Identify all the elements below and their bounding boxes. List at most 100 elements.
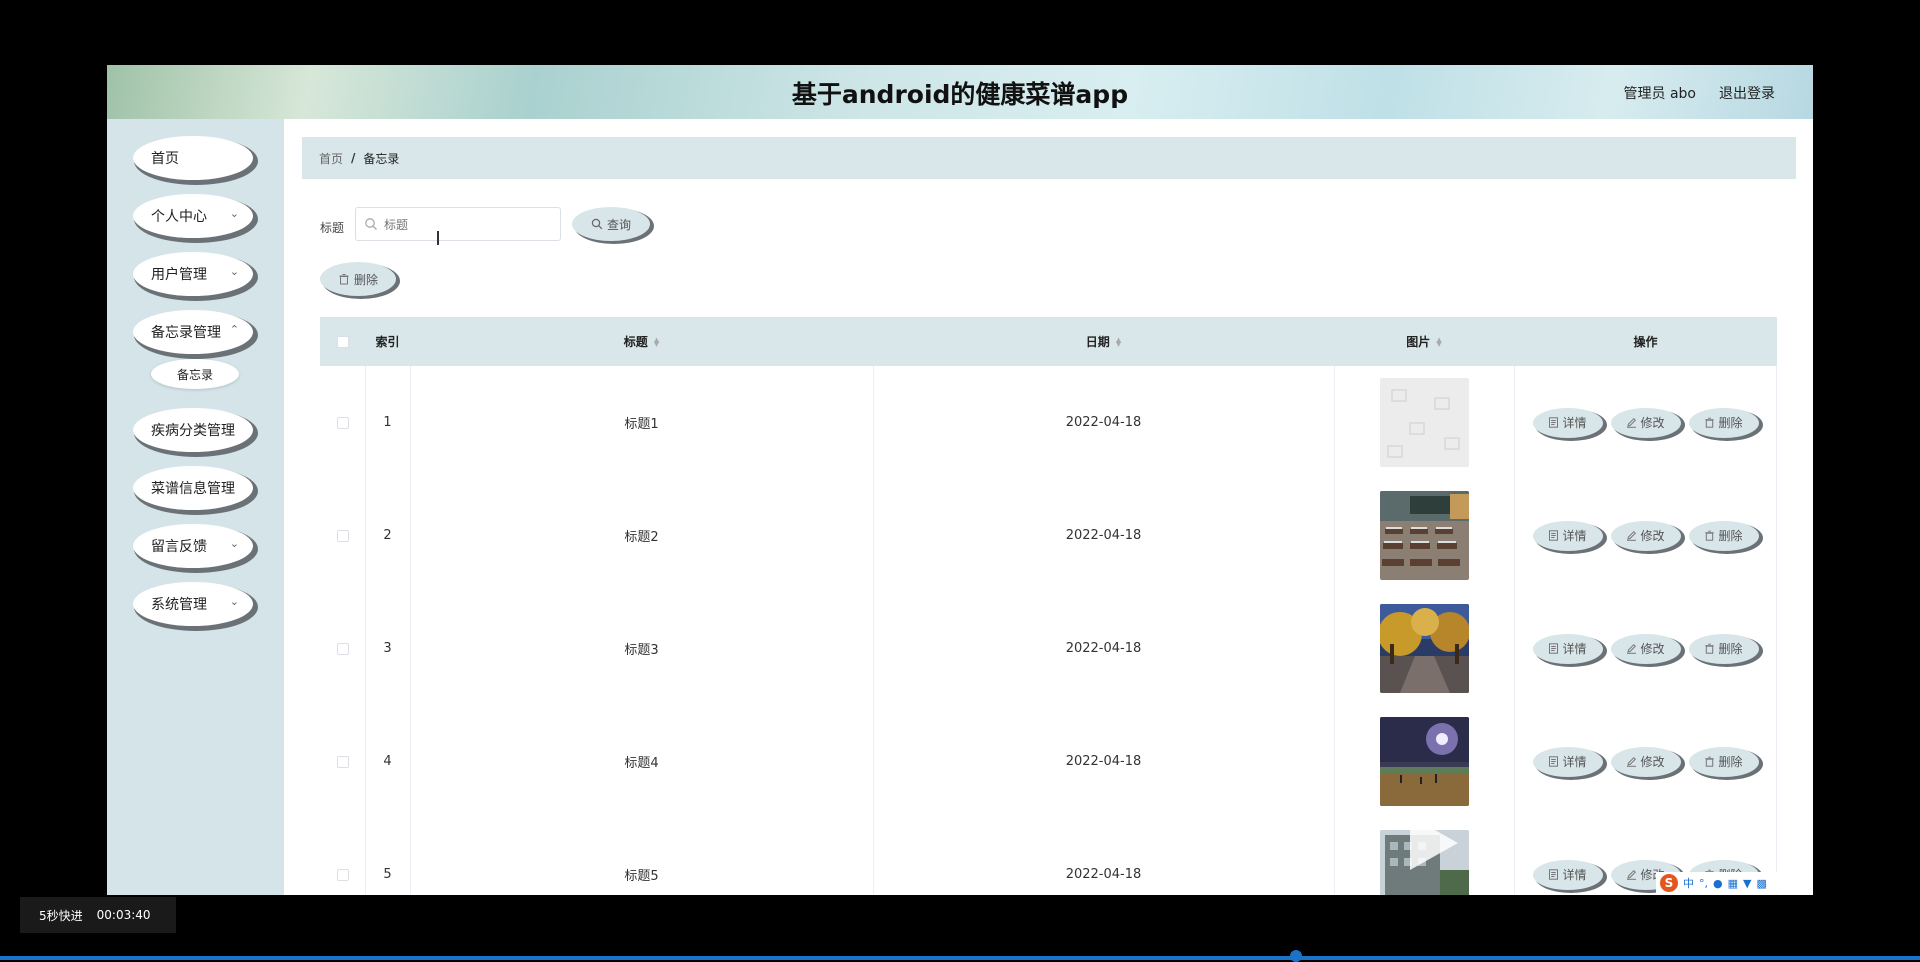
document-icon	[1548, 417, 1559, 428]
breadcrumb-current: 备忘录	[363, 151, 400, 166]
video-progress-knob[interactable]	[1290, 950, 1302, 962]
title-filter-label: 标题	[320, 221, 345, 235]
sidebar-item-home[interactable]: 首页	[133, 136, 253, 180]
detail-button[interactable]: 详情	[1532, 520, 1603, 551]
row-checkbox[interactable]	[336, 416, 349, 429]
logout-link[interactable]: 退出登录	[1719, 83, 1775, 103]
detail-button[interactable]: 详情	[1532, 859, 1603, 890]
sidebar-item-profile[interactable]: 个人中心 ⌄	[133, 194, 253, 238]
row-image[interactable]	[1379, 604, 1469, 693]
sidebar-item-disease-category[interactable]: 疾病分类管理	[133, 408, 253, 452]
row-title: 标题5	[624, 869, 659, 884]
delete-button[interactable]: 删除	[1688, 633, 1759, 664]
video-progress-bar[interactable]	[0, 956, 1920, 960]
sort-icon: ▲ ▼	[1436, 335, 1442, 348]
punctuation-icon[interactable]: °,	[1699, 877, 1708, 890]
row-checkbox[interactable]	[336, 529, 349, 542]
search-icon	[365, 218, 377, 230]
header-image[interactable]: 图片 ▲ ▼	[1334, 317, 1514, 366]
sidebar-item-label: 个人中心	[151, 209, 207, 225]
delete-button-label: 删除	[1718, 529, 1743, 543]
sidebar-item-memo-management[interactable]: 备忘录管理 ⌃	[133, 310, 253, 354]
sidebar-item-recipe-info[interactable]: 菜谱信息管理	[133, 466, 253, 510]
trash-icon	[1704, 417, 1715, 428]
bulk-delete-label: 删除	[353, 272, 378, 287]
pencil-icon	[1626, 643, 1637, 654]
top-bar: 基于android的健康菜谱app 管理员 abo 退出登录	[107, 65, 1813, 119]
sidebar-item-label: 备忘录管理	[151, 325, 221, 341]
edit-button[interactable]: 修改	[1610, 407, 1681, 438]
table-row: 2 标题2 2022-04-18 详情 修改 删除	[320, 479, 1777, 593]
row-index: 4	[383, 754, 392, 769]
row-title: 标题1	[624, 417, 659, 432]
row-checkbox-cell	[320, 705, 365, 818]
row-index: 2	[383, 528, 392, 543]
app-title: 基于android的健康菜谱app	[791, 80, 1129, 109]
title-search-input[interactable]	[382, 214, 556, 236]
detail-button[interactable]: 详情	[1532, 746, 1603, 777]
row-date: 2022-04-18	[1065, 415, 1142, 430]
row-checkbox[interactable]	[336, 755, 349, 768]
chevron-down-icon: ⌄	[229, 595, 239, 608]
row-actions: 详情 修改 删除	[1514, 592, 1777, 705]
sort-icon: ▲ ▼	[1115, 335, 1122, 348]
row-index: 3	[383, 641, 392, 656]
search-button-label: 查询	[606, 217, 631, 232]
row-date: 2022-04-18	[1065, 867, 1142, 882]
player-skip-indicator: 5秒快进 00:03:40	[20, 897, 176, 933]
microphone-icon[interactable]: ●	[1713, 877, 1723, 890]
delete-button[interactable]: 删除	[1688, 746, 1759, 777]
row-image[interactable]	[1379, 378, 1469, 467]
row-checkbox[interactable]	[336, 868, 349, 881]
chevron-up-icon: ⌃	[229, 323, 239, 336]
delete-button-label: 删除	[1718, 416, 1743, 430]
keyboard-icon[interactable]: ▦	[1728, 877, 1738, 890]
header-date-label: 日期	[1085, 335, 1110, 349]
row-image[interactable]	[1379, 717, 1469, 806]
document-icon	[1548, 643, 1559, 654]
delete-button[interactable]: 删除	[1688, 407, 1759, 438]
header-title[interactable]: 标题 ▲ ▼	[410, 317, 873, 366]
bulk-delete-button[interactable]: 删除	[320, 262, 396, 296]
delete-button[interactable]: 删除	[1688, 520, 1759, 551]
ime-mode[interactable]: 中	[1683, 875, 1694, 891]
main-content: 首页 / 备忘录 标题 查询 删除	[284, 119, 1813, 895]
edit-button[interactable]: 修改	[1610, 633, 1681, 664]
detail-button-label: 详情	[1562, 755, 1587, 769]
header-date[interactable]: 日期 ▲ ▼	[873, 317, 1334, 366]
detail-button[interactable]: 详情	[1532, 633, 1603, 664]
row-checkbox-cell	[320, 479, 365, 592]
delete-button-label: 删除	[1718, 755, 1743, 769]
row-image[interactable]	[1379, 491, 1469, 580]
app-window: 基于android的健康菜谱app 管理员 abo 退出登录 首页 个人中心 ⌄…	[107, 65, 1813, 895]
title-search-field[interactable]	[355, 207, 561, 241]
detail-button-label: 详情	[1562, 868, 1587, 882]
detail-button[interactable]: 详情	[1532, 407, 1603, 438]
chevron-down-icon: ⌄	[229, 265, 239, 278]
sidebar-item-feedback[interactable]: 留言反馈 ⌄	[133, 524, 253, 568]
search-button[interactable]: 查询	[572, 207, 650, 241]
row-title: 标题2	[624, 530, 659, 545]
play-icon[interactable]	[1396, 808, 1466, 878]
header-actions: 操作	[1633, 335, 1658, 349]
edit-button[interactable]: 修改	[1610, 520, 1681, 551]
pencil-icon	[1626, 530, 1637, 541]
sidebar-item-label: 留言反馈	[151, 539, 207, 555]
row-title: 标题4	[624, 756, 659, 771]
select-all-checkbox[interactable]	[336, 335, 349, 348]
sidebar-subitem-memo[interactable]: 备忘录	[151, 359, 239, 389]
breadcrumb-home[interactable]: 首页	[319, 150, 343, 167]
sidebar-item-system[interactable]: 系统管理 ⌄	[133, 582, 253, 626]
toolbox-icon[interactable]: ▩	[1756, 877, 1766, 890]
trash-icon	[339, 274, 349, 285]
row-checkbox[interactable]	[336, 642, 349, 655]
row-image-cell	[1334, 592, 1514, 705]
chevron-down-icon: ⌄	[229, 207, 239, 220]
skin-icon[interactable]: ▼	[1743, 877, 1751, 890]
sidebar-item-users[interactable]: 用户管理 ⌄	[133, 252, 253, 296]
delete-button-label: 删除	[1718, 642, 1743, 656]
edit-button[interactable]: 修改	[1610, 746, 1681, 777]
table-row: 4 标题4 2022-04-18 详情 修改 删除	[320, 705, 1777, 819]
row-date: 2022-04-18	[1065, 754, 1142, 769]
sidebar-item-label: 菜谱信息管理	[151, 481, 235, 497]
